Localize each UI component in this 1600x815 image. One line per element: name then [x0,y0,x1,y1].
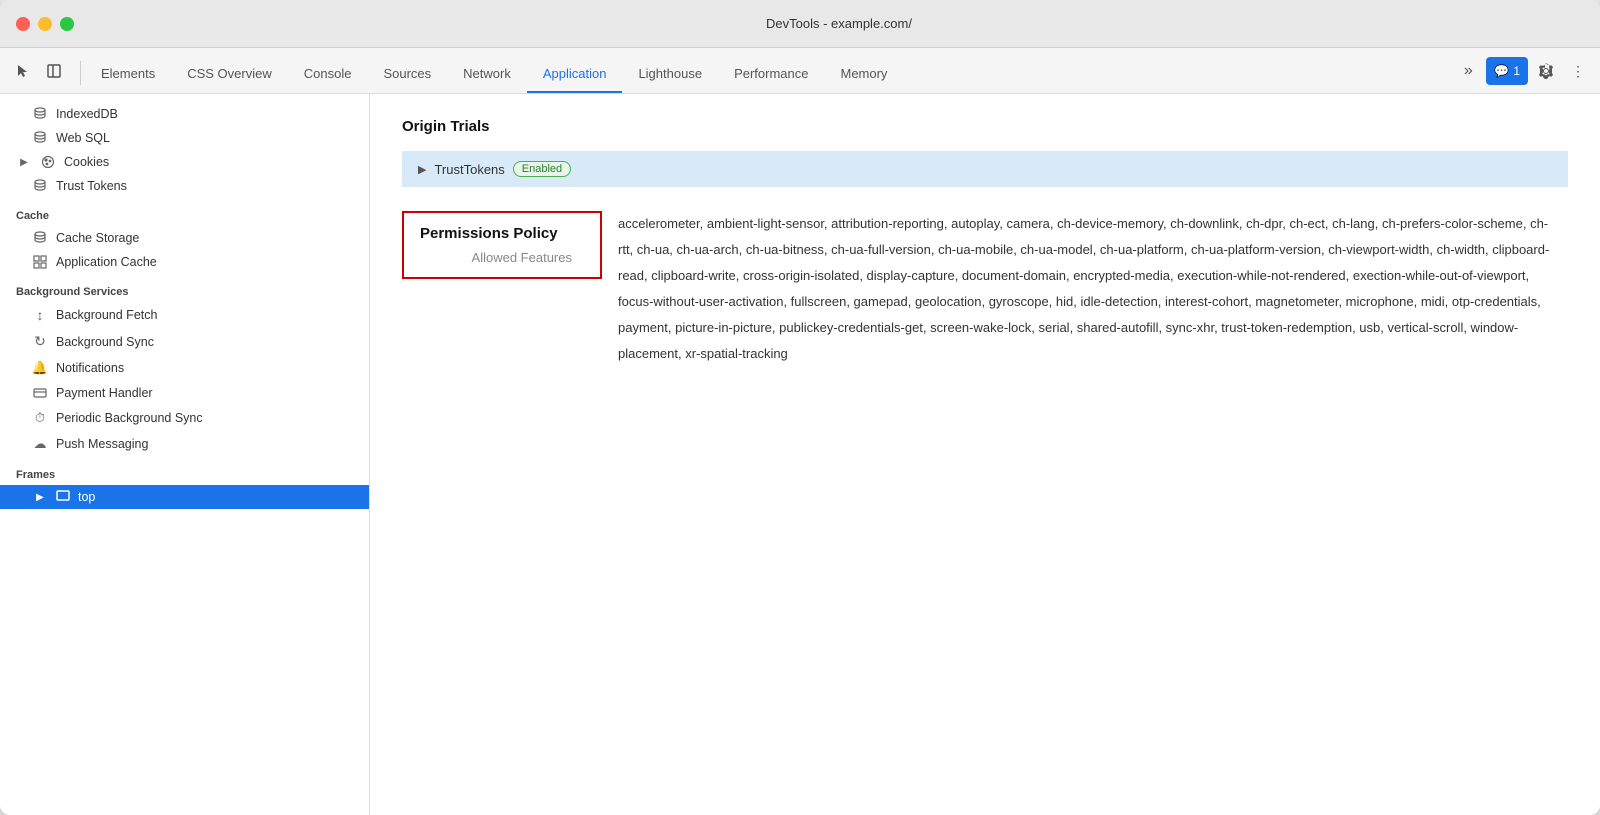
sidebar-item-bg-sync[interactable]: ↻ Background Sync [0,328,369,355]
sidebar-item-periodic-bg-sync[interactable]: ⏱ Periodic Background Sync [0,405,369,431]
payment-handler-icon [32,388,48,398]
permissions-policy-section: Permissions Policy Allowed Features acce… [402,211,1568,367]
allowed-features-text: accelerometer, ambient-light-sensor, att… [618,216,1549,361]
notifications-icon: 🔔 [32,360,48,376]
notifications-label: Notifications [56,361,124,375]
tab-actions: » 💬 1 ⋮ [1454,57,1592,93]
close-button[interactable] [16,17,30,31]
cookies-label: Cookies [64,155,109,169]
allowed-features-label: Allowed Features [420,250,584,265]
push-messaging-icon: ☁ [32,436,48,452]
trust-tokens-row[interactable]: ▶ TrustTokens Enabled [402,151,1568,187]
tab-controls [8,57,68,93]
content-panel: Origin Trials ▶ TrustTokens Enabled Perm… [370,94,1600,815]
database-icon-2 [32,131,48,145]
trust-tokens-label: Trust Tokens [56,179,127,193]
permissions-policy-box: Permissions Policy Allowed Features [402,211,602,279]
tabbar: Elements CSS Overview Console Sources Ne… [0,48,1600,94]
sidebar: IndexedDB Web SQL ▶ [0,94,370,815]
background-services-header: Background Services [0,274,369,302]
cache-storage-icon [32,231,48,245]
payment-handler-label: Payment Handler [56,386,153,400]
feedback-badge-button[interactable]: 💬 1 [1486,57,1528,85]
sidebar-item-top-frame[interactable]: ▶ top [0,485,369,509]
tab-css-overview[interactable]: CSS Overview [171,55,288,93]
sidebar-item-payment-handler[interactable]: Payment Handler [0,381,369,405]
arrow-icon: ▶ [32,492,48,503]
tab-console[interactable]: Console [288,55,368,93]
app-cache-label: Application Cache [56,255,157,269]
trust-tokens-name: TrustTokens [434,162,504,177]
indexeddb-label: IndexedDB [56,107,118,121]
cursor-icon[interactable] [8,57,36,85]
top-frame-label: top [78,490,95,504]
push-messaging-label: Push Messaging [56,437,148,451]
periodic-bg-sync-icon: ⏱ [32,410,48,426]
window-title: DevTools - example.com/ [94,16,1584,31]
tab-sources[interactable]: Sources [367,55,447,93]
bg-sync-label: Background Sync [56,335,154,349]
app-cache-icon [32,255,48,269]
sidebar-item-notifications[interactable]: 🔔 Notifications [0,355,369,381]
tab-divider [80,61,81,85]
sidebar-item-indexeddb[interactable]: IndexedDB [0,102,369,126]
cookie-icon [40,155,56,169]
bg-sync-icon: ↻ [32,333,48,350]
bg-fetch-label: Background Fetch [56,308,157,322]
cache-header: Cache [0,198,369,226]
tab-elements[interactable]: Elements [85,55,171,93]
trust-tokens-badge: Enabled [513,161,571,177]
sidebar-item-app-cache[interactable]: Application Cache [0,250,369,274]
tab-performance[interactable]: Performance [718,55,824,93]
main-area: IndexedDB Web SQL ▶ [0,94,1600,815]
sidebar-item-bg-fetch[interactable]: ↕ Background Fetch [0,302,369,328]
permissions-features-value: accelerometer, ambient-light-sensor, att… [602,211,1568,367]
websql-label: Web SQL [56,131,110,145]
more-options-icon[interactable]: ⋮ [1564,57,1592,85]
permissions-policy-title: Permissions Policy [420,225,584,242]
tab-network[interactable]: Network [447,55,527,93]
maximize-button[interactable] [60,17,74,31]
settings-icon[interactable] [1532,57,1560,85]
sidebar-item-cookies[interactable]: ▶ Cookies [0,150,369,174]
sidebar-item-push-messaging[interactable]: ☁ Push Messaging [0,431,369,457]
tab-memory[interactable]: Memory [824,55,903,93]
devtools-window: DevTools - example.com/ Elements CSS Ove… [0,0,1600,815]
bg-fetch-icon: ↕ [32,307,48,323]
origin-trials-title: Origin Trials [402,118,1568,135]
tab-application[interactable]: Application [527,55,623,93]
titlebar: DevTools - example.com/ [0,0,1600,48]
sidebar-item-cache-storage[interactable]: Cache Storage [0,226,369,250]
frames-header: Frames [0,457,369,485]
database-icon-3 [32,179,48,193]
minimize-button[interactable] [38,17,52,31]
cache-storage-label: Cache Storage [56,231,139,245]
periodic-bg-sync-label: Periodic Background Sync [56,411,203,425]
more-tabs-icon[interactable]: » [1454,57,1482,85]
trust-tokens-arrow: ▶ [418,163,426,176]
sidebar-item-trust-tokens[interactable]: Trust Tokens [0,174,369,198]
tab-lighthouse[interactable]: Lighthouse [622,55,718,93]
sidebar-item-websql[interactable]: Web SQL [0,126,369,150]
traffic-lights [16,17,74,31]
feedback-icon: 💬 [1494,64,1509,78]
frame-icon [56,490,70,504]
badge-count: 1 [1513,64,1520,78]
arrow-right-icon: ▶ [16,157,32,168]
dock-icon[interactable] [40,57,68,85]
database-icon [32,107,48,121]
